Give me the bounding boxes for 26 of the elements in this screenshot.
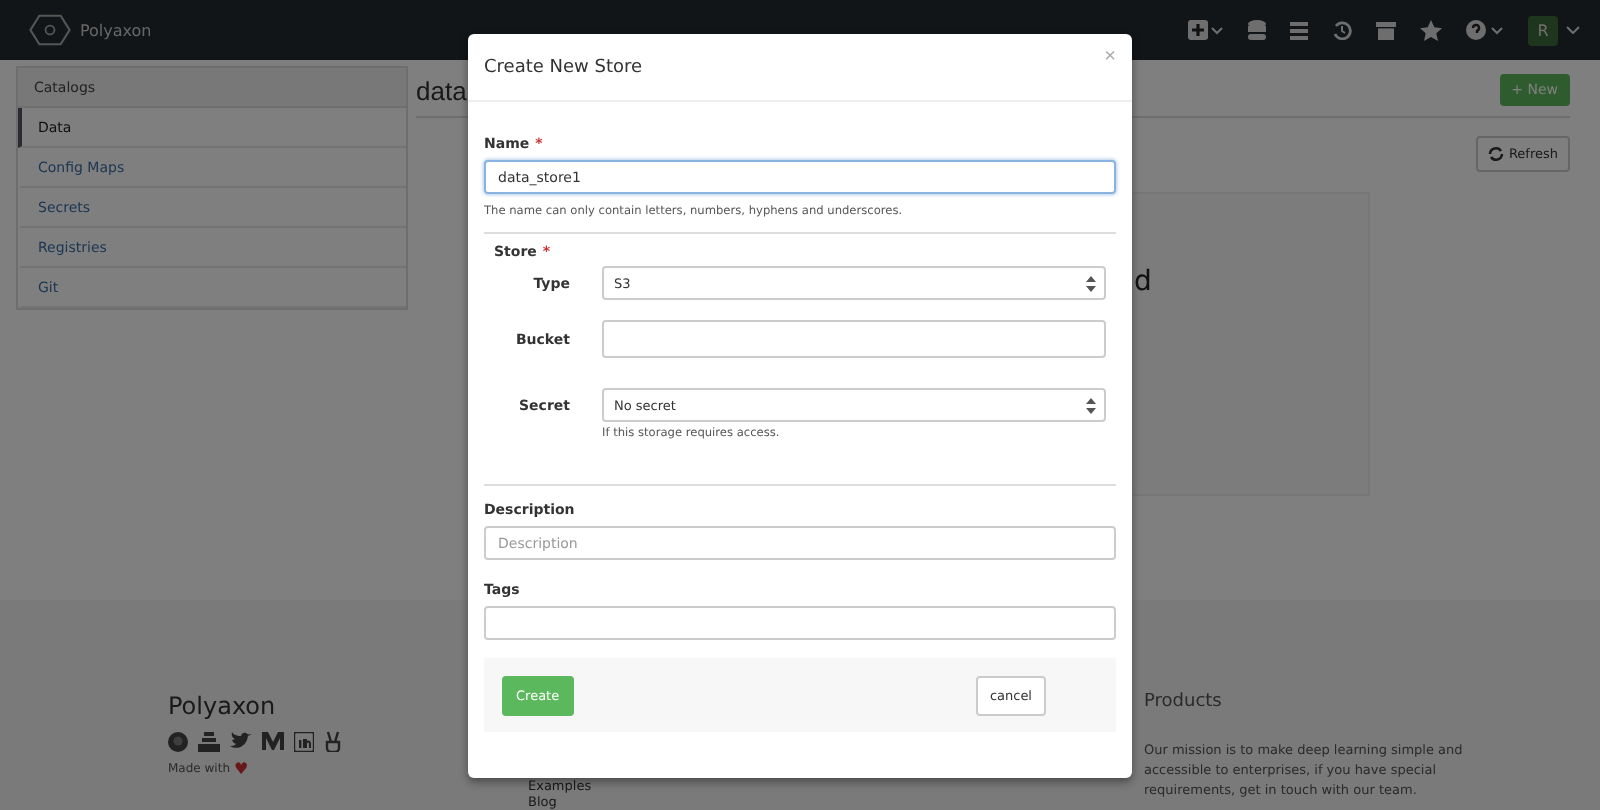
help-icon[interactable] — [1466, 20, 1504, 40]
modal-title: Create New Store — [484, 57, 643, 77]
medium-icon[interactable] — [262, 732, 284, 750]
page-heading: data — [416, 75, 467, 105]
star-icon[interactable] — [1420, 19, 1442, 41]
heart-text: ♥ — [234, 762, 249, 776]
database-icon[interactable] — [1248, 20, 1266, 40]
refresh-icon — [1488, 146, 1505, 162]
select-arrows-icon — [1086, 397, 1096, 413]
close-button[interactable]: × — [1104, 46, 1116, 68]
plus-square-icon[interactable] — [1188, 20, 1224, 40]
products-title: Products — [1144, 692, 1224, 712]
tags-input[interactable] — [484, 606, 1116, 640]
brand-name[interactable]: Polyaxon — [80, 21, 152, 39]
user-avatar[interactable]: R — [1528, 15, 1558, 45]
twitter-icon[interactable] — [230, 732, 252, 750]
stack-icon[interactable] — [198, 731, 220, 751]
list-icon[interactable] — [1290, 21, 1308, 39]
panel-text: d — [1134, 266, 1152, 298]
linkedin-icon[interactable] — [294, 731, 314, 751]
select-arrows-icon — [1086, 275, 1096, 291]
bucket-input[interactable] — [602, 320, 1106, 358]
history-icon[interactable] — [1332, 20, 1352, 40]
archive-icon[interactable] — [1376, 21, 1396, 39]
hexagon-logo-icon[interactable] — [28, 14, 72, 46]
caret-icon[interactable] — [1566, 26, 1580, 34]
